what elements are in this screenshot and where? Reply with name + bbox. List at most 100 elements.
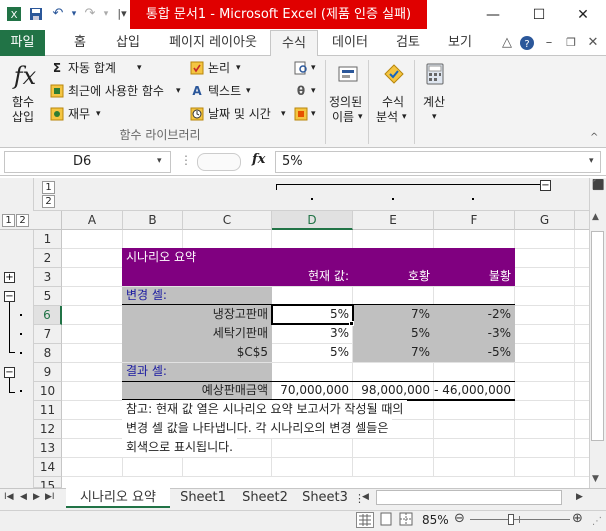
vertical-scroll-thumb[interactable] — [591, 231, 604, 441]
result-cells-label[interactable]: 결과 셀: — [122, 362, 171, 381]
cell-e10[interactable]: 98,000,000 — [353, 381, 434, 400]
cell-d8[interactable]: 5% — [272, 343, 353, 362]
cell-f7[interactable]: -3% — [434, 324, 515, 343]
sheet-tab-scenario-summary[interactable]: 시나리오 요약 — [66, 488, 170, 508]
next-sheet-icon[interactable]: ▶ — [33, 492, 40, 502]
more-functions-icon[interactable] — [293, 106, 309, 122]
customize-qat-icon[interactable]: |▾ — [114, 6, 130, 22]
row8-label[interactable]: $C$5 — [183, 343, 272, 362]
row-header-3[interactable]: 3 — [34, 268, 62, 287]
defined-names-label-2[interactable]: 이름 — [332, 109, 354, 125]
defined-names-dropdown-icon[interactable]: ▾ — [358, 109, 363, 125]
recent-functions-button[interactable]: 최근에 사용한 함수 — [68, 83, 164, 99]
sheet-tab-sheet3[interactable]: Sheet3 — [298, 488, 352, 508]
autosum-button[interactable]: 자동 합계 — [68, 60, 116, 76]
column-group-collapse-icon[interactable]: − — [540, 180, 551, 191]
cell-d7[interactable]: 3% — [272, 324, 353, 343]
logical-button[interactable]: 논리 — [208, 60, 230, 76]
header-boom[interactable]: 호황 — [353, 267, 434, 286]
row-level-1-button[interactable]: 1 — [2, 214, 15, 227]
formula-auditing-dropdown-icon[interactable]: ▾ — [402, 109, 407, 125]
sheet-tab-sheet2[interactable]: Sheet2 — [236, 488, 294, 508]
horizontal-scroll-thumb[interactable] — [376, 490, 562, 505]
ribbon-collapse-icon[interactable]: ^ — [590, 132, 598, 143]
insert-function-icon[interactable]: fx — [10, 60, 40, 92]
workbook-minimize-icon[interactable]: – — [540, 35, 558, 51]
row10-label[interactable]: 예상판매금액 — [170, 381, 272, 400]
cell-f8[interactable]: -5% — [434, 343, 515, 362]
row-header-6[interactable]: 6 — [34, 306, 62, 325]
tab-formulas[interactable]: 수식 — [270, 30, 318, 57]
workbook-close-icon[interactable]: ✕ — [584, 35, 602, 51]
row-level-2-button[interactable]: 2 — [16, 214, 29, 227]
tab-data[interactable]: 데이터 — [326, 30, 374, 56]
datetime-dropdown-icon[interactable]: ▾ — [281, 106, 286, 122]
math-trig-icon[interactable]: θ — [293, 83, 309, 99]
formula-input[interactable]: 5% — [275, 151, 601, 173]
row-group-collapse-icon[interactable]: − — [4, 291, 15, 302]
hscroll-left-icon[interactable]: ◀ — [362, 492, 369, 502]
tab-insert[interactable]: 삽입 — [108, 30, 148, 56]
note-line-1[interactable]: 참고: 현재 값 열은 시나리오 요약 보고서가 작성될 때의 — [122, 400, 408, 419]
split-box-icon[interactable]: ⬛ — [592, 180, 604, 191]
tab-review[interactable]: 검토 — [388, 30, 428, 56]
lookup-icon[interactable] — [293, 60, 309, 76]
hscroll-right-icon[interactable]: ▶ — [576, 492, 583, 502]
help-icon[interactable]: ? — [518, 35, 536, 51]
column-header-d[interactable]: D — [272, 211, 353, 230]
insert-function-fx-icon[interactable]: fx — [252, 152, 265, 167]
sheet-tab-sheet1[interactable]: Sheet1 — [174, 488, 232, 508]
normal-view-icon[interactable] — [356, 512, 374, 528]
scroll-up-icon[interactable]: ▲ — [592, 212, 599, 222]
datetime-button[interactable]: 날짜 및 시간 — [208, 106, 271, 122]
recent-dropdown-icon[interactable]: ▾ — [176, 83, 181, 99]
cell-e6[interactable]: 7% — [353, 305, 434, 324]
changing-cells-label[interactable]: 변경 셀: — [122, 286, 171, 305]
tab-home[interactable]: 홈 — [62, 30, 98, 56]
zoom-out-icon[interactable]: ⊖ — [454, 511, 465, 526]
row-header-2[interactable]: 2 — [34, 249, 62, 268]
formula-auditing-label-1[interactable]: 수식 — [382, 94, 404, 110]
row-group-collapse-icon-2[interactable]: − — [4, 367, 15, 378]
row-header-14[interactable]: 14 — [34, 458, 62, 477]
zoom-slider-thumb[interactable] — [508, 514, 514, 525]
undo-icon[interactable]: ↶ — [50, 6, 66, 22]
zoom-in-icon[interactable]: ⊕ — [572, 511, 583, 526]
header-bust[interactable]: 불황 — [434, 267, 515, 286]
row-header-1[interactable]: 1 — [34, 230, 62, 249]
cell-e7[interactable]: 5% — [353, 324, 434, 343]
name-box[interactable]: D6 — [4, 151, 171, 173]
note-line-3[interactable]: 회색으로 표시됩니다. — [122, 438, 237, 457]
row-header-9[interactable]: 9 — [34, 363, 62, 382]
page-break-view-icon[interactable] — [398, 512, 416, 528]
tab-page-layout[interactable]: 페이지 레이아웃 — [158, 30, 268, 56]
defined-names-icon[interactable] — [336, 62, 360, 86]
expand-formula-bar-icon[interactable]: ▾ — [589, 156, 594, 166]
column-header-c[interactable]: C — [183, 211, 272, 230]
row-header-13[interactable]: 13 — [34, 439, 62, 458]
column-header-b[interactable]: B — [123, 211, 183, 230]
collapse-ribbon-icon[interactable]: △ — [498, 35, 516, 51]
row-header-5[interactable]: 5 — [34, 287, 62, 306]
math-dropdown-icon[interactable]: ▾ — [311, 83, 316, 99]
maximize-button[interactable]: ☐ — [516, 0, 562, 30]
scenario-summary-title[interactable]: 시나리오 요약 — [122, 248, 200, 267]
cell-f10[interactable]: - 46,000,000 — [430, 381, 515, 400]
zoom-slider-track[interactable] — [470, 519, 570, 520]
text-button[interactable]: 텍스트 — [208, 83, 241, 99]
cell-f6[interactable]: -2% — [434, 305, 515, 324]
row-header-12[interactable]: 12 — [34, 420, 62, 439]
row-header-10[interactable]: 10 — [34, 382, 62, 401]
financial-button[interactable]: 재무 — [68, 106, 90, 122]
fill-handle[interactable] — [349, 321, 354, 326]
text-dropdown-icon[interactable]: ▾ — [246, 83, 251, 99]
note-line-2[interactable]: 변경 셀 값을 나타냅니다. 각 시나리오의 변경 셀들은 — [122, 419, 393, 438]
column-header-f[interactable]: F — [434, 211, 515, 230]
calculation-icon[interactable] — [424, 62, 446, 86]
calculation-label[interactable]: 계산 — [423, 94, 445, 110]
financial-dropdown-icon[interactable]: ▾ — [96, 106, 101, 122]
workbook-restore-icon[interactable]: ❐ — [562, 35, 580, 51]
formula-auditing-icon[interactable] — [382, 62, 406, 86]
column-level-2-button[interactable]: 2 — [42, 195, 55, 208]
row7-label[interactable]: 세탁기판매 — [183, 324, 272, 343]
